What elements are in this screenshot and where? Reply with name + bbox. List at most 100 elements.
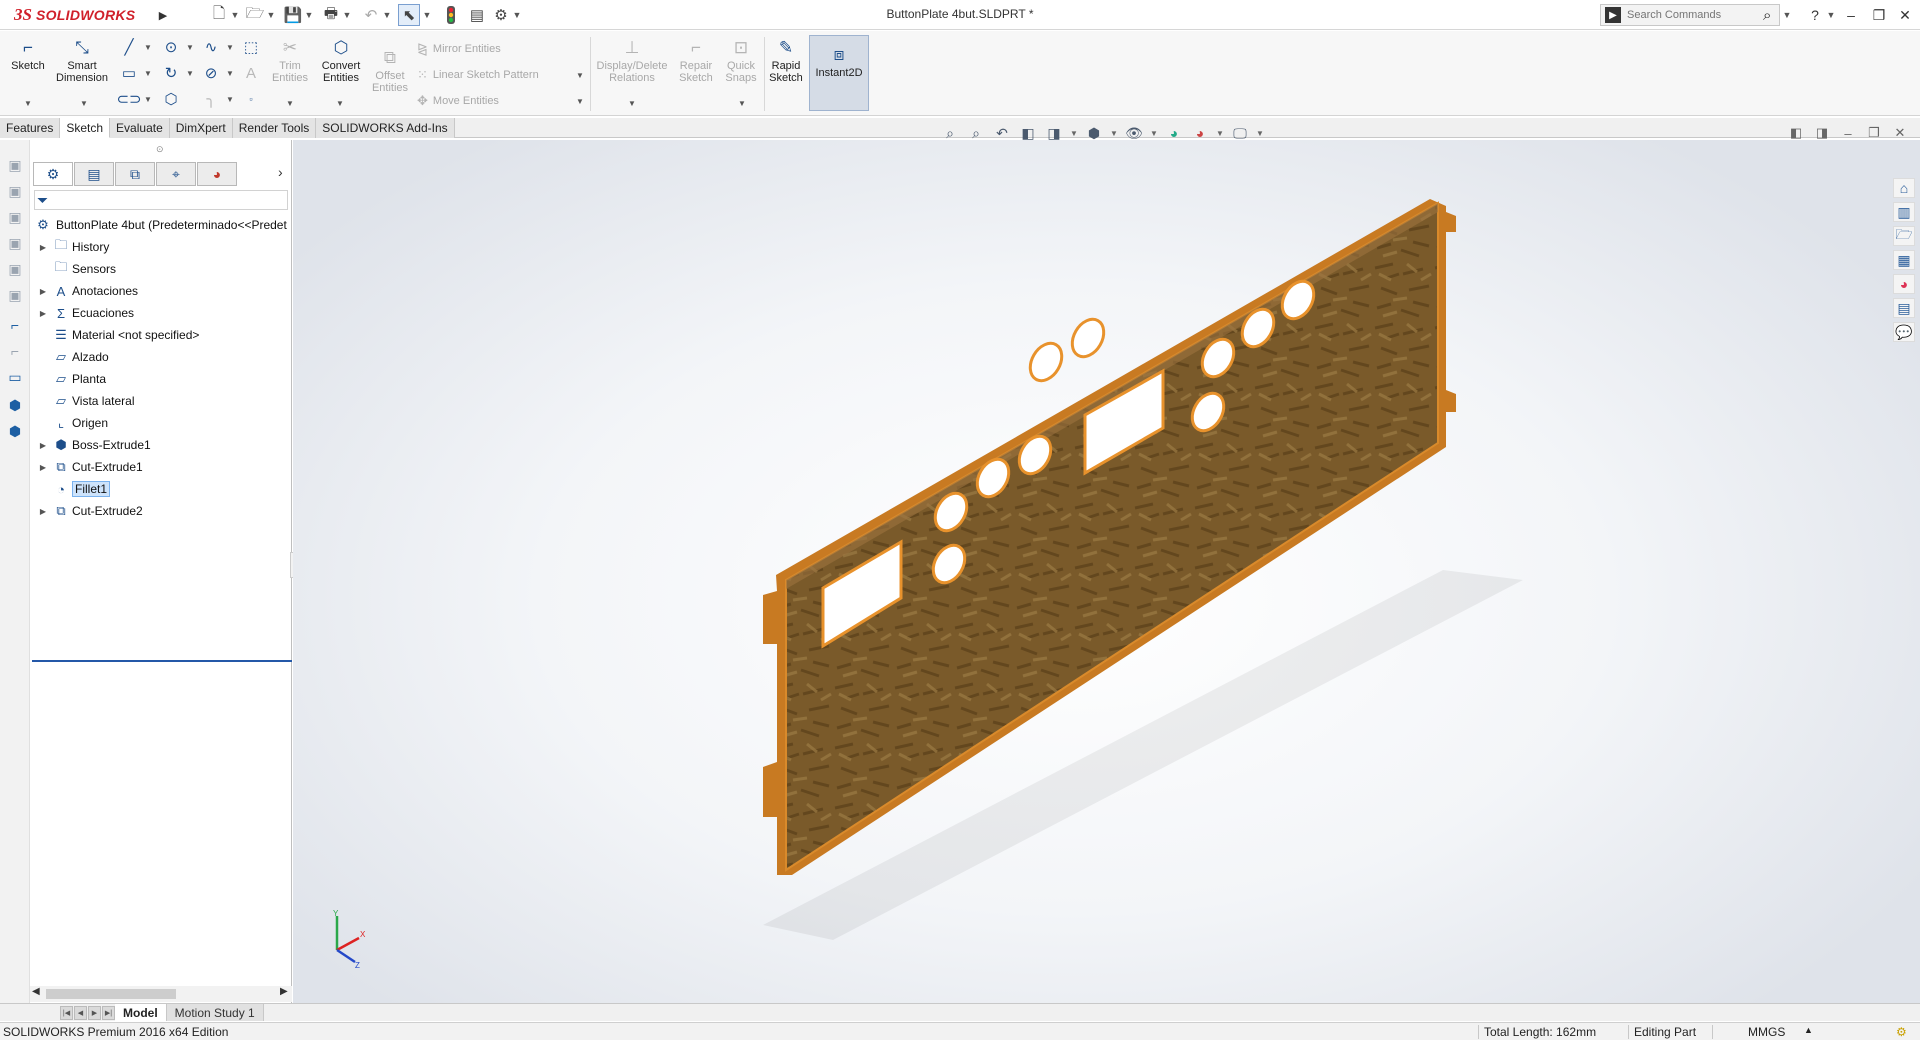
screen-capture-icon[interactable]: ▭ — [6, 368, 24, 386]
print-dropdown-icon[interactable]: ▼ — [342, 4, 352, 26]
file-explorer-icon[interactable]: 🗁 — [1893, 226, 1915, 246]
tab-render-tools[interactable]: Render Tools — [232, 118, 317, 138]
display-manager-tab-icon[interactable]: ◕ — [197, 162, 237, 186]
solidworks-resources-home-icon[interactable]: ⌂ — [1893, 178, 1915, 198]
feature-manager-tab-icon[interactable]: ⚙ — [33, 162, 73, 186]
tab-model[interactable]: Model — [115, 1004, 167, 1021]
tree-item[interactable]: ▱ Planta — [30, 368, 292, 390]
solidworks-logo[interactable]: 3S SOLIDWORKS — [2, 1, 154, 29]
rebuild-traffic-light-icon[interactable] — [440, 4, 462, 26]
units-caret-icon[interactable]: ▲ — [1804, 1025, 1813, 1035]
help-icon[interactable]: ? — [1804, 5, 1826, 25]
point-icon[interactable]: ▫ — [240, 89, 262, 109]
quick-snaps-button[interactable]: ⊡ Quick Snaps — [722, 37, 760, 84]
tree-filter[interactable]: ⏷ — [34, 190, 288, 210]
tree-item[interactable]: ▱ Vista lateral — [30, 390, 292, 412]
viewport-tile-right-icon[interactable]: ◨ — [1812, 124, 1832, 142]
convert-dropdown-icon[interactable]: ▼ — [336, 99, 344, 108]
linear-sketch-pattern-button[interactable]: ⁙ Linear Sketch Pattern — [417, 65, 539, 85]
tree-root[interactable]: ⚙ ButtonPlate 4but (Predeterminado<<Pred… — [30, 214, 292, 236]
appearances-scenes-icon[interactable]: ◕ — [1893, 274, 1915, 294]
expand-arrow-icon[interactable]: ▶ — [38, 243, 48, 252]
forum-icon[interactable]: 💬 — [1893, 322, 1915, 342]
display-style-dropdown-icon[interactable]: ▼ — [1110, 129, 1118, 138]
tab-solidworks-add-ins[interactable]: SOLIDWORKS Add-Ins — [316, 118, 455, 138]
search-commands-box[interactable]: ▶ ⌕ — [1600, 4, 1780, 26]
tree-item[interactable]: ▶ ⧉ Cut-Extrude2 — [30, 500, 292, 522]
restore-button[interactable]: ❐ — [1868, 5, 1890, 25]
expand-arrow-icon[interactable]: ▶ — [38, 507, 48, 516]
zoom-to-area-icon[interactable]: ⌕ — [966, 124, 986, 142]
new-document-icon[interactable]: 🗋 — [208, 4, 230, 26]
ellipse-icon[interactable]: ⊘ — [200, 63, 222, 83]
expand-arrow-icon[interactable]: ▶ — [38, 463, 48, 472]
menu-flyout-arrow-icon[interactable]: ▶ — [156, 4, 170, 26]
next-tab-icon[interactable]: ▶ — [88, 1005, 101, 1020]
smart-dimension-button[interactable]: ⤡ Smart Dimension — [52, 37, 112, 84]
tab-evaluate[interactable]: Evaluate — [110, 118, 170, 138]
property-manager-tab-icon[interactable]: ▤ — [74, 162, 114, 186]
first-tab-icon[interactable]: |◀ — [60, 1005, 73, 1020]
dimxpert-manager-tab-icon[interactable]: ⌖ — [156, 162, 196, 186]
unit-system-selector[interactable]: MMGS — [1748, 1025, 1785, 1039]
repair-sketch-button[interactable]: ⌐ Repair Sketch — [676, 37, 716, 84]
rectangle-dropdown-icon[interactable]: ▼ — [144, 69, 152, 78]
tree-item[interactable]: ▶ Σ Ecuaciones — [30, 302, 292, 324]
minimize-button[interactable]: – — [1840, 5, 1862, 25]
open-folder-icon[interactable]: 🗁 — [244, 4, 266, 26]
offset-entities-button[interactable]: ⧉ Offset Entities — [370, 47, 410, 94]
help-dropdown-icon[interactable]: ▼ — [1826, 4, 1836, 26]
relations-dropdown-icon[interactable]: ▼ — [628, 99, 636, 108]
viewport-minimize-button[interactable]: – — [1838, 124, 1858, 142]
trim-dropdown-icon[interactable]: ▼ — [286, 99, 294, 108]
tab-sketch[interactable]: Sketch — [60, 118, 111, 138]
apply-scene-icon[interactable]: ◕ — [1190, 124, 1210, 142]
more-tabs-chevron-icon[interactable]: › — [278, 164, 283, 180]
custom-properties-icon[interactable]: ▤ — [1893, 298, 1915, 318]
design-library-icon[interactable]: ▥ — [1893, 202, 1915, 222]
search-dropdown-icon[interactable]: ▼ — [1782, 4, 1792, 26]
tree-item[interactable]: ☰ Material <not specified> — [30, 324, 292, 346]
tree-item[interactable]: ▶ A Anotaciones — [30, 280, 292, 302]
options-dropdown-icon[interactable]: ▼ — [512, 4, 522, 26]
tree-item[interactable]: ▶ 🗀 History — [30, 236, 292, 258]
sketch-dropdown-icon[interactable]: ▼ — [24, 99, 32, 108]
previous-view-icon[interactable]: ↶ — [992, 124, 1012, 142]
revolved-boss-icon[interactable]: ▣ — [6, 182, 24, 200]
graphics-area[interactable] — [293, 140, 1920, 1020]
viewport-tile-left-icon[interactable]: ◧ — [1786, 124, 1806, 142]
instant2d-button[interactable]: ⧈ Instant2D — [809, 35, 869, 111]
scroll-thumb[interactable] — [46, 989, 176, 999]
view-settings-dropdown-icon[interactable]: ▼ — [1256, 129, 1264, 138]
tree-item[interactable]: ▶ ⬢ Boss-Extrude1 — [30, 434, 292, 456]
new-dropdown-icon[interactable]: ▼ — [230, 4, 240, 26]
scroll-left-icon[interactable]: ◀ — [32, 986, 40, 997]
expand-arrow-icon[interactable]: ▶ — [38, 287, 48, 296]
expand-arrow-icon[interactable]: ▶ — [38, 441, 48, 450]
undo-dropdown-icon[interactable]: ▼ — [382, 4, 392, 26]
tree-item[interactable]: ▶ ⧉ Cut-Extrude1 — [30, 456, 292, 478]
search-commands-input[interactable] — [1627, 9, 1757, 21]
extruded-boss-icon[interactable]: ▣ — [6, 156, 24, 174]
tab-motion-study-1[interactable]: Motion Study 1 — [166, 1004, 264, 1021]
viewport-close-button[interactable]: ✕ — [1890, 124, 1910, 142]
view-settings-icon[interactable]: 🖵 — [1230, 124, 1250, 142]
sketch-text-icon[interactable]: A — [240, 63, 262, 83]
print-icon[interactable]: 🖶 — [320, 4, 342, 26]
slot-dropdown-icon[interactable]: ▼ — [144, 95, 152, 104]
polygon-icon[interactable]: ⬡ — [160, 89, 182, 109]
sketch-fillet-icon[interactable]: ╮ — [200, 89, 222, 109]
ellipse-dropdown-icon[interactable]: ▼ — [226, 69, 234, 78]
panel-grip-icon[interactable]: ⊙ — [156, 144, 164, 155]
scene-dropdown-icon[interactable]: ▼ — [1216, 129, 1224, 138]
trim-entities-button[interactable]: ✂ Trim Entities — [270, 37, 310, 84]
viewport-restore-button[interactable]: ❐ — [1864, 124, 1884, 142]
swept-boss-icon[interactable]: ▣ — [6, 208, 24, 226]
sketch-button[interactable]: ⌐ Sketch — [8, 37, 48, 72]
construction-geometry-icon[interactable]: ⬚ — [240, 37, 262, 57]
spline-dropdown-icon[interactable]: ▼ — [226, 43, 234, 52]
smart-dimension-dropdown-icon[interactable]: ▼ — [80, 99, 88, 108]
dynamic-annotation-icon[interactable]: ◨ — [1044, 124, 1064, 142]
scroll-right-icon[interactable]: ▶ — [280, 986, 288, 997]
move-dropdown-icon[interactable]: ▼ — [576, 97, 584, 106]
